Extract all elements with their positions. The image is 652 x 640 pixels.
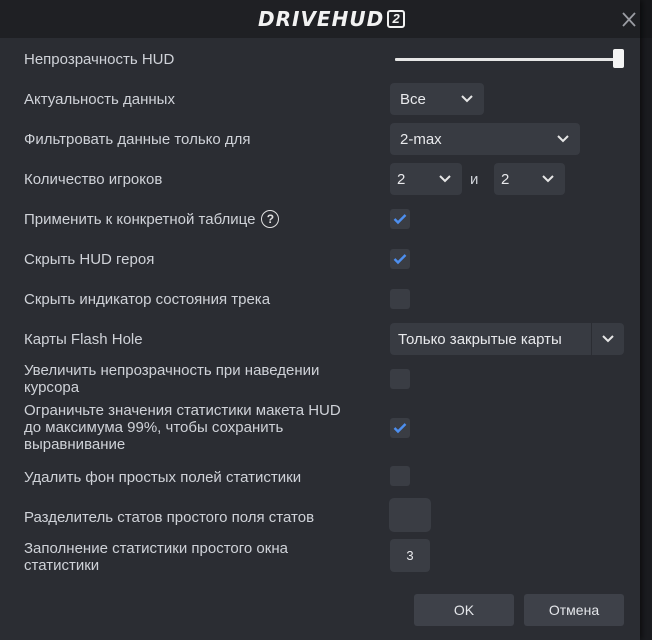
hide-tracker-label: Скрыть индикатор состояния трека xyxy=(24,290,271,308)
hover-opacity-label-line2: курсора xyxy=(24,379,80,396)
opacity-slider-track[interactable] xyxy=(395,58,617,61)
padding-label: Заполнение статистики простого окна стат… xyxy=(24,540,288,574)
flash-hole-label: Карты Flash Hole xyxy=(24,330,143,348)
players-min-select[interactable]: 2 xyxy=(390,163,462,195)
hover-opacity-label-line1: Увеличить непрозрачность при наведении xyxy=(24,362,320,379)
checkmark-icon xyxy=(393,214,407,225)
limit-stats-checkbox[interactable] xyxy=(390,418,410,438)
apply-table-label: Применить к конкретной таблице xyxy=(24,210,256,228)
chevron-down-icon xyxy=(439,175,451,183)
hide-hero-checkbox[interactable] xyxy=(390,249,410,269)
checkmark-icon xyxy=(393,423,407,434)
apply-table-checkbox[interactable] xyxy=(390,209,410,229)
padding-input[interactable]: 3 xyxy=(390,539,430,572)
data-relevance-label: Актуальность данных xyxy=(24,90,175,108)
limit-stats-label-line1: Ограничьте значения статистики макета HU… xyxy=(24,402,341,419)
filter-value: 2-max xyxy=(400,130,442,148)
limit-stats-label: Ограничьте значения статистики макета HU… xyxy=(24,402,341,453)
players-min-value: 2 xyxy=(397,170,406,188)
close-button[interactable] xyxy=(618,10,640,30)
drivehud-logo: DRIVEHUD 2 xyxy=(258,7,406,31)
hide-tracker-checkbox[interactable] xyxy=(390,289,410,309)
opacity-slider-thumb[interactable] xyxy=(613,49,624,68)
hover-opacity-checkbox[interactable] xyxy=(390,369,410,389)
flash-hole-select[interactable]: Только закрытые карты xyxy=(390,323,624,355)
title-bar: DRIVEHUD 2 xyxy=(0,0,640,38)
padding-label-line2: статистики xyxy=(24,557,100,574)
cancel-button[interactable]: Отмена xyxy=(524,594,624,626)
players-label: Количество игроков xyxy=(24,170,163,188)
background-window-edge xyxy=(640,38,652,640)
players-max-value: 2 xyxy=(501,170,510,188)
hide-hero-label: Скрыть HUD героя xyxy=(24,250,155,268)
help-icon[interactable]: ? xyxy=(261,210,280,228)
logo-badge: 2 xyxy=(387,10,406,28)
remove-bg-label: Удалить фон простых полей статистики xyxy=(24,468,302,486)
limit-stats-label-line3: выравнивание xyxy=(24,436,126,453)
hover-opacity-label: Увеличить непрозрачность при наведении к… xyxy=(24,362,319,396)
limit-stats-label-line2: до максимума 99%, чтобы сохранить xyxy=(24,419,284,436)
players-and-label: и xyxy=(470,171,479,188)
separator-label: Разделитель статов простого поля статов xyxy=(24,508,315,526)
logo-text: DRIVEHUD xyxy=(258,7,385,31)
checkmark-icon xyxy=(393,254,407,265)
flash-hole-value: Только закрытые карты xyxy=(398,330,562,348)
apply-table-row: Применить к конкретной таблице ? xyxy=(24,209,280,229)
chevron-down-icon xyxy=(542,175,554,183)
opacity-label: Непрозрачность HUD xyxy=(24,50,175,68)
data-relevance-select[interactable]: Все xyxy=(390,83,484,115)
players-max-select[interactable]: 2 xyxy=(494,163,565,195)
padding-label-line1: Заполнение статистики простого окна xyxy=(24,540,288,557)
chevron-down-icon xyxy=(557,135,569,143)
chevron-down-icon xyxy=(461,95,473,103)
filter-select[interactable]: 2-max xyxy=(390,123,580,155)
filter-label: Фильтровать данные только для xyxy=(24,130,251,148)
flash-hole-dropdown-button[interactable] xyxy=(591,323,624,355)
hud-settings-dialog: DRIVEHUD 2 Непрозрачность HUD Актуальнос… xyxy=(0,0,640,640)
remove-bg-checkbox[interactable] xyxy=(390,466,410,486)
ok-button[interactable]: OK xyxy=(414,594,514,626)
close-icon xyxy=(622,12,636,27)
separator-color-picker[interactable] xyxy=(389,498,431,532)
chevron-down-icon xyxy=(602,335,614,343)
data-relevance-value: Все xyxy=(400,90,426,108)
